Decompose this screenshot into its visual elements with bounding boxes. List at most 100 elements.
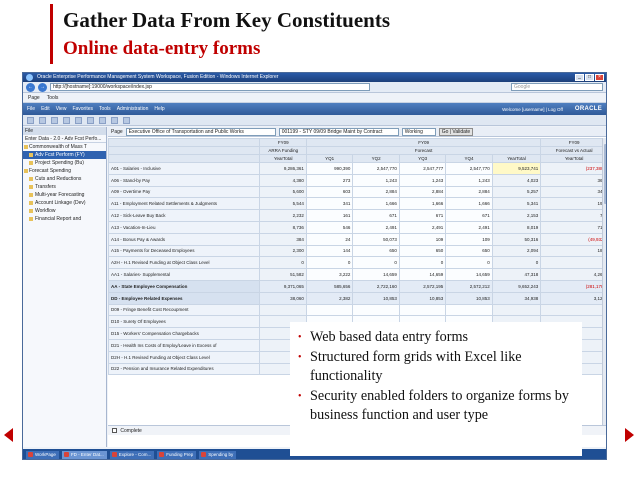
account-select[interactable]: 001199 - STY 09/09 Bridge Maint by Contr… [278, 127, 399, 136]
grid-cell[interactable]: 10,853 [445, 291, 493, 305]
grid-cell[interactable]: 384 [259, 232, 307, 246]
grid-cell[interactable]: 9,371,065 [259, 279, 307, 293]
tree-item-workflow[interactable]: Workflow [23, 207, 106, 215]
taskbar-item[interactable]: Explore - Com... [109, 450, 155, 459]
grid-cell[interactable]: 79 [540, 209, 606, 222]
tree-item-multi-year[interactable]: Multi-year Forecasting [23, 191, 106, 199]
grid-cell[interactable]: 9,652,243 [491, 279, 542, 293]
user-welcome[interactable]: Welcome [username] | Log Off [502, 107, 563, 112]
grid-cell[interactable]: (237,380) [540, 162, 606, 175]
grid-cell[interactable]: 2,884 [352, 185, 400, 199]
search-input[interactable]: Google [511, 83, 603, 91]
grid-cell[interactable]: 671 [445, 209, 493, 222]
menu-favorites[interactable]: Favorites [72, 106, 93, 112]
grid-cell[interactable]: 14,659 [445, 268, 493, 281]
taskbar-item[interactable]: Funding Prep [157, 450, 197, 459]
grid-cell[interactable]: 0 [305, 256, 354, 270]
grid-cell[interactable]: 38,060 [259, 291, 307, 305]
grid-cell[interactable]: 4,264 [540, 268, 606, 281]
forward-button[interactable]: → [38, 82, 47, 92]
grid-cell[interactable]: 2,232 [259, 209, 307, 222]
save-icon[interactable] [51, 116, 58, 124]
grid-cell[interactable] [491, 303, 542, 317]
scroll-thumb[interactable] [604, 144, 606, 204]
grid-cell[interactable]: 585,656 [305, 279, 354, 293]
grid-cell[interactable]: 10,853 [398, 291, 447, 305]
grid-cell[interactable]: 650 [398, 244, 447, 258]
menu-tools[interactable]: Tools [99, 106, 111, 112]
grid-cell[interactable]: 3,222 [305, 268, 354, 281]
grid-cell[interactable]: 343 [540, 185, 606, 199]
grid-cell[interactable]: 2,547,770 [445, 162, 493, 175]
complete-checkbox[interactable] [112, 428, 117, 434]
grid-cell[interactable]: 4,380 [259, 173, 307, 187]
grid-cell[interactable]: 1,243 [398, 173, 447, 187]
tree-item-transfers[interactable]: Transfers [23, 183, 106, 191]
grid-cell[interactable]: 2,572,212 [445, 279, 493, 293]
grid-cell[interactable]: 0 [398, 256, 447, 270]
grid-cell[interactable]: 0 [352, 256, 400, 270]
menu-edit[interactable]: Edit [41, 106, 50, 112]
grid-cell[interactable]: 2,884 [445, 185, 493, 199]
grid-cell[interactable]: 671 [352, 209, 400, 222]
grid-cell[interactable]: 186 [540, 244, 606, 258]
grid-cell[interactable]: 2,382 [305, 291, 354, 305]
grid-cell[interactable]: 109 [398, 232, 447, 246]
menu-help[interactable]: Help [154, 106, 164, 112]
grid-cell[interactable]: 273 [305, 173, 354, 187]
grid-cell[interactable]: 2,572,195 [398, 279, 447, 293]
grid-cell[interactable]: 546 [305, 220, 354, 234]
open-icon[interactable] [39, 116, 46, 124]
menu-administration[interactable]: Administration [117, 106, 149, 112]
taskbar-item[interactable]: FD - Enter Dat... [61, 450, 107, 459]
grid-cell[interactable]: (49,932) [540, 232, 606, 246]
grid-cell[interactable]: 2,491 [398, 220, 447, 234]
taskbar-item[interactable]: WorkPage [26, 450, 59, 459]
grid-cell[interactable]: 2,300 [259, 244, 307, 258]
grid-cell[interactable]: 0 [540, 256, 606, 270]
grid-cell[interactable]: 363 [540, 173, 606, 187]
page-menu[interactable]: Page [26, 95, 42, 101]
grid-cell[interactable]: 0 [491, 256, 542, 270]
grid-cell[interactable] [305, 303, 354, 317]
grid-cell[interactable]: 0 [445, 256, 493, 270]
grid-cell[interactable]: 161 [305, 209, 354, 222]
grid-cell[interactable]: 1,666 [398, 197, 447, 211]
grid-cell[interactable]: 47,318 [491, 268, 542, 281]
menu-file[interactable]: File [27, 106, 35, 112]
copy-icon[interactable] [87, 116, 94, 124]
tree-item-cuts-reductions[interactable]: Cuts and Reductions [23, 175, 106, 183]
go-validate-button[interactable]: Go | Validate [438, 127, 474, 136]
print-icon[interactable] [75, 116, 82, 124]
grid-cell[interactable]: 14,659 [352, 268, 400, 281]
grid-cell[interactable]: 990,390 [305, 162, 354, 175]
address-bar[interactable]: http://[hostname]:19000/workspace/index.… [50, 83, 370, 91]
grid-cell[interactable]: 34,938 [491, 291, 542, 305]
grid-cell[interactable] [445, 303, 493, 317]
grid-cell[interactable]: 3,122 [540, 291, 606, 305]
grid-cell[interactable]: 1,666 [445, 197, 493, 211]
back-button[interactable]: ← [26, 82, 35, 92]
tools-menu[interactable]: Tools [45, 95, 61, 101]
grid-cell[interactable] [398, 303, 447, 317]
adjust-icon[interactable] [111, 116, 118, 124]
tree-item-forecast-spending[interactable]: Forecast Spending [23, 167, 106, 175]
grid-cell[interactable]: (281,178) [540, 279, 606, 293]
minimize-button[interactable]: _ [575, 74, 584, 81]
grid-cell[interactable]: 650 [352, 244, 400, 258]
grid-scrollbar[interactable] [602, 138, 606, 425]
grid-cell[interactable]: 650 [445, 244, 493, 258]
grid-cell[interactable]: 2,153 [491, 209, 542, 222]
help-icon[interactable] [123, 116, 130, 124]
grid-cell[interactable]: 2,547,777 [398, 162, 447, 175]
grid-cell[interactable]: 0 [259, 256, 307, 270]
grid-cell[interactable]: 2,491 [352, 220, 400, 234]
grid-cell[interactable]: 341 [305, 197, 354, 211]
grid-cell[interactable]: 4,023 [491, 173, 542, 187]
tree-item-account-linkage[interactable]: Account Linkage (Dev) [23, 199, 106, 207]
tree-item-adv-fcst-perform[interactable]: Adv Fcst Perform (FY) [23, 151, 106, 159]
grid-cell[interactable] [259, 303, 307, 317]
grid-cell[interactable]: 109 [445, 232, 493, 246]
tree-item-commonwealth[interactable]: Commonwealth of Mass T [23, 143, 106, 151]
grid-cell[interactable]: 717 [540, 220, 606, 234]
